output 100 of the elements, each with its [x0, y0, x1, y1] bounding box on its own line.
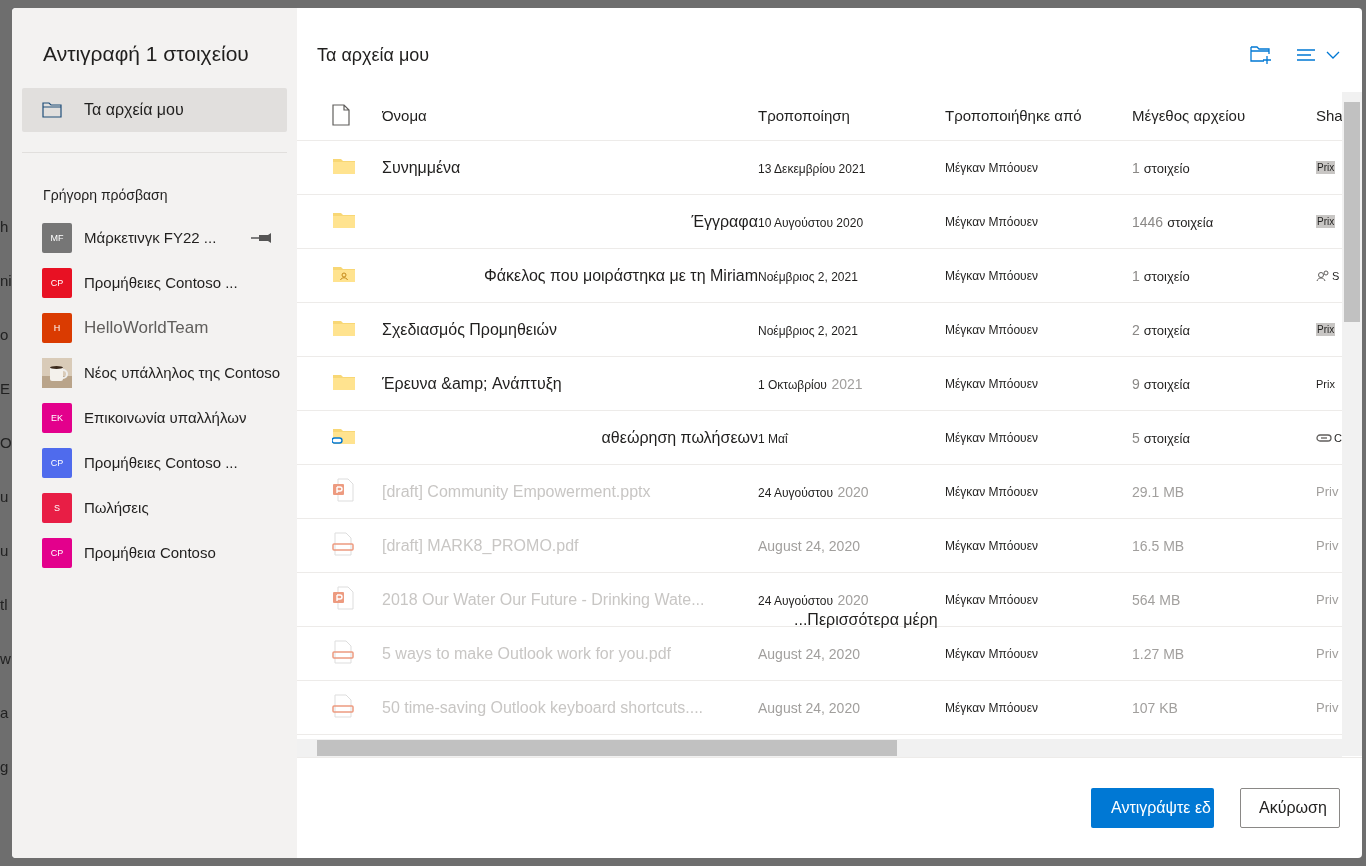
quick-access-item[interactable]: CP Προμήθεια Contoso — [22, 530, 287, 575]
modified-by: Μέγκαν Μπόουεν — [945, 268, 1039, 283]
site-name: Πωλήσεις — [84, 499, 149, 516]
column-header[interactable]: Τροποποιήθηκε από — [945, 106, 1132, 124]
sharing-status: Prix — [1316, 215, 1337, 228]
file-row[interactable]: Συνημμένα 13 Δεκεμβρίου 2021 Μέγκαν Μπόουεν 1 στοιχείο Prix — [297, 141, 1342, 195]
copy-button[interactable]: Αντιγράψτε εδ — [1091, 788, 1214, 828]
sharing-status: Priv — [1316, 646, 1340, 661]
sharing-status: Prix — [1316, 377, 1336, 390]
modified-date: 24 Αυγούστου — [758, 593, 834, 608]
site-name: Μάρκετινγκ FY22 ... — [84, 229, 217, 246]
file-name: Συνημμένα — [382, 158, 462, 177]
sharing-status: Prix — [1316, 161, 1337, 174]
avatar: MF — [42, 222, 72, 253]
file-name: Έρευνα &amp; Ανάπτυξη — [382, 374, 563, 393]
sharing-status: Priv — [1316, 592, 1340, 607]
background-text: u — [0, 487, 9, 507]
modified-by: Μέγκαν Μπόουεν — [945, 646, 1039, 661]
section-heading: Γρήγορη πρόσβαση — [43, 187, 169, 203]
file-type-icon — [332, 104, 350, 126]
file-size: 107 KB — [1132, 699, 1179, 716]
file-name: Έγγραφα — [690, 212, 758, 231]
file-size: 5 στοιχεία — [1132, 429, 1191, 446]
avatar: CP — [42, 267, 72, 298]
file-name: 50 time-saving Outlook keyboard shortcuts.... — [382, 698, 705, 717]
background-text: a — [0, 703, 9, 723]
sharing-status: S — [1316, 269, 1342, 282]
cancel-button[interactable]: Ακύρωση — [1240, 788, 1340, 828]
background-text: w — [0, 649, 11, 669]
file-name: αθεώρηση πωλήσεων — [600, 428, 758, 447]
modified-by: Μέγκαν Μπόουεν — [945, 484, 1039, 499]
modified-by: Μέγκαν Μπόουεν — [945, 592, 1039, 607]
modified-by: Μέγκαν Μπόουεν — [945, 214, 1039, 229]
powerpoint-file-icon — [332, 585, 354, 610]
file-name: 5 ways to make Outlook work for you.pdf — [382, 644, 672, 663]
background-text: g — [0, 757, 9, 777]
modified-date: August 24, 2020 — [758, 645, 860, 662]
modified-by: Μέγκαν Μπόουεν — [945, 700, 1039, 715]
site-name: Προμήθεια Contoso — [84, 544, 216, 561]
avatar: CP — [42, 447, 72, 478]
file-size: 564 MB — [1132, 591, 1182, 608]
quick-access-item[interactable]: S Πωλήσεις — [22, 485, 287, 530]
file-row[interactable]: Έρευνα &amp; Ανάπτυξη 1 Οκτωβρίου 2021 Μέγκαν Μπόουεν 9 στοιχεία Prix — [297, 357, 1342, 411]
file-name: Φάκελος που μοιράστηκα με τη Miriam — [483, 266, 758, 285]
powerpoint-file-icon — [332, 477, 354, 502]
modified-date: August 24, 2020 — [758, 699, 860, 716]
view-options-icon[interactable] — [1296, 48, 1342, 62]
file-size: 1 στοιχείο — [1132, 267, 1191, 284]
file-size: 2 στοιχεία — [1132, 321, 1191, 338]
quick-access-item[interactable]: CP Προμήθειες Contoso ... — [22, 260, 287, 305]
file-row[interactable]: Φάκελος που μοιράστηκα με τη MiriamΝοέμβριος 2, 2021 Μέγκαν Μπόουεν 1 στοιχείο S — [297, 249, 1342, 303]
column-header[interactable]: Sha — [1316, 106, 1342, 124]
avatar: EK — [42, 402, 72, 433]
modified-date: August 24, 2020 — [758, 537, 860, 554]
modified-by: Μέγκαν Μπόουεν — [945, 160, 1039, 175]
file-name: Σχεδιασμός Προμηθειών — [382, 320, 559, 339]
modified-date: 10 Αυγούστου 2020 — [758, 215, 864, 230]
quick-access-item[interactable]: MF Μάρκετινγκ FY22 ... — [22, 215, 287, 260]
sharing-status: Prix — [1316, 323, 1337, 336]
modified-date: 1 Οκτωβρίου — [758, 377, 827, 392]
dialog-title: Αντιγραφή 1 στοιχείου — [43, 42, 250, 66]
site-name: Νέος υπάλληλος της Contoso — [84, 364, 281, 381]
modified-year: 2020 — [837, 483, 869, 500]
file-row[interactable]: Σχεδιασμός Προμηθειών Νοέμβριος 2, 2021 Μέγκαν Μπόουεν 2 στοιχεία Prix — [297, 303, 1342, 357]
modified-by: Μέγκαν Μπόουεν — [945, 538, 1039, 553]
people-icon — [1316, 269, 1330, 282]
modified-by: Μέγκαν Μπόουεν — [945, 430, 1039, 445]
sharing-status: Priv — [1316, 538, 1340, 553]
quick-access-item[interactable]: EK Επικοινωνία υπαλλήλων — [22, 395, 287, 440]
file-row[interactable]: αθεώρηση πωλήσεων1 Μαΐ Μέγκαν Μπόουεν 5 στοιχεία C — [297, 411, 1342, 465]
modified-by: Μέγκαν Μπόουεν — [945, 322, 1039, 337]
background-text: h — [0, 217, 9, 237]
avatar: CP — [42, 537, 72, 568]
avatar: H — [42, 312, 72, 343]
modified-year: 2020 — [837, 591, 869, 608]
quick-access-item[interactable]: Νέος υπάλληλος της Contoso — [22, 350, 287, 395]
location-title: Τα αρχεία μου — [317, 44, 430, 66]
sharing-status: Priv — [1316, 700, 1340, 715]
file-size: 9 στοιχεία — [1132, 375, 1191, 392]
column-header[interactable]: Τροποποίηση — [758, 106, 945, 124]
file-size: 1 στοιχείο — [1132, 159, 1191, 176]
pdf-file-icon — [332, 531, 354, 556]
new-folder-icon[interactable] — [1250, 45, 1272, 65]
column-header[interactable]: Μέγεθος αρχείου — [1132, 106, 1316, 124]
background-text: tl — [0, 595, 8, 615]
vertical-scrollbar[interactable] — [1342, 92, 1362, 756]
sharing-status: C — [1316, 431, 1342, 444]
quick-access-item[interactable]: CP Προμήθειες Contoso ... — [22, 440, 287, 485]
nav-item[interactable]: Τα αρχεία μου — [22, 88, 287, 132]
background-text: ni — [0, 271, 12, 291]
file-row[interactable]: Έγγραφα10 Αυγούστου 2020 Μέγκαν Μπόουεν 1446 στοιχεία Prix — [297, 195, 1342, 249]
site-name: Προμήθειες Contoso ... — [84, 454, 238, 471]
quick-access-item[interactable]: H HelloWorldTeam — [22, 305, 287, 350]
link-icon — [1316, 432, 1332, 443]
modified-year: 2021 — [831, 375, 863, 392]
site-name: Προμήθειες Contoso ... — [84, 274, 238, 291]
modified-by: Μέγκαν Μπόουεν — [945, 376, 1039, 391]
column-header[interactable]: Όνομα — [382, 106, 758, 124]
modified-date: 1 Μαΐ — [758, 431, 788, 446]
background-text: O — [0, 433, 12, 453]
